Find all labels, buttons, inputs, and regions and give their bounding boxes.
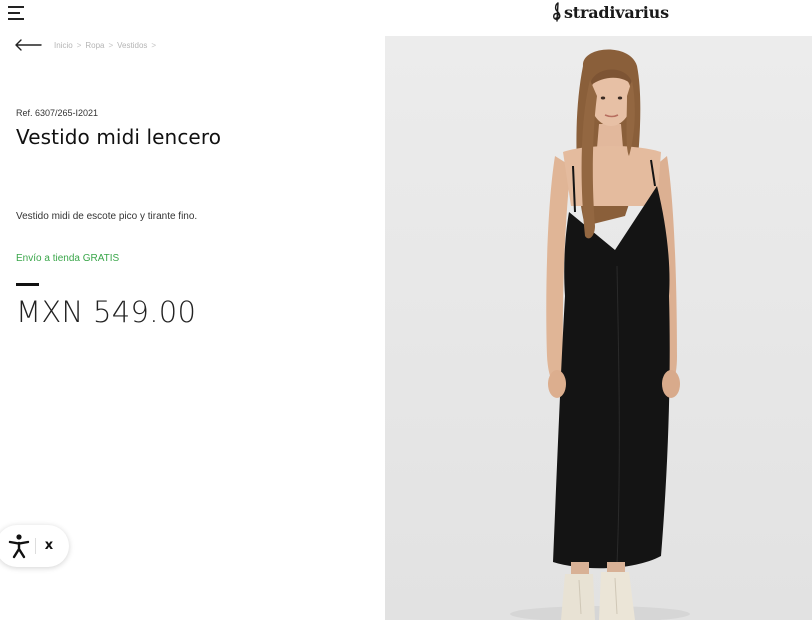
price-divider [16, 283, 39, 286]
hamburger-menu-icon[interactable] [8, 6, 24, 20]
brand-name: stradivarius [564, 2, 669, 22]
accessibility-person-icon[interactable] [8, 533, 30, 559]
widget-divider [35, 538, 36, 554]
shipping-info: Envío a tienda GRATIS [16, 253, 120, 264]
breadcrumb: Inicio > Ropa > Vestidos > [54, 41, 160, 50]
breadcrumb-item-ropa[interactable]: Ropa [85, 41, 104, 50]
arrow-left-icon[interactable] [14, 39, 42, 51]
product-reference: Ref. 6307/265-I2021 [16, 108, 99, 118]
product-description: Vestido midi de escote pico y tirante fi… [16, 211, 198, 222]
product-image[interactable] [385, 36, 812, 620]
breadcrumb-separator: > [151, 41, 157, 50]
product-price: MXN 549.00 [16, 295, 197, 329]
breadcrumb-separator: > [108, 41, 114, 50]
model-photo [510, 49, 690, 620]
brand-logo[interactable]: stradivarius [552, 2, 669, 22]
accessibility-widget: x [0, 525, 69, 567]
breadcrumb-item-vestidos[interactable]: Vestidos [117, 41, 147, 50]
treble-clef-icon [553, 2, 561, 22]
top-header: stradivarius [0, 0, 812, 30]
breadcrumb-item-inicio[interactable]: Inicio [54, 41, 73, 50]
close-widget-button[interactable]: x [41, 537, 57, 555]
breadcrumb-separator: > [76, 41, 82, 50]
product-title: Vestido midi lencero [16, 125, 222, 149]
